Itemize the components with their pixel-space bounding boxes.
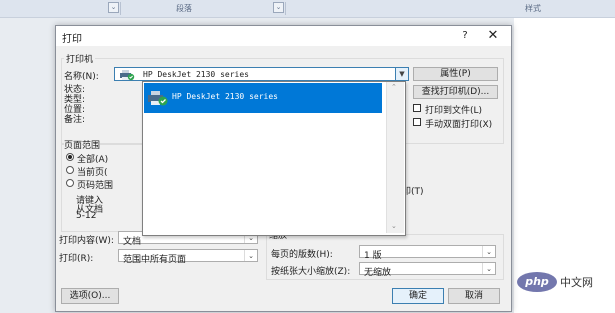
printer-dropdown-list[interactable]: HP DeskJet 2130 series ⌃ ⌄ [142,81,406,236]
ribbon-group-styles: 样式 [525,4,541,13]
scale-value: 无缩放 [364,268,392,278]
ribbon-separator [285,2,286,15]
print-dialog: 打印 ? ✕ 打印机 名称(N): 状态: 类型: 位置: 备注: HP Des… [55,25,512,312]
pages-per-sheet-label: 每页的版数(H): [271,250,333,260]
print-what-value: 文档 [123,237,142,247]
chevron-down-icon[interactable]: ▼ [395,68,408,80]
dialog-title: 打印 [62,34,82,45]
chevron-down-icon[interactable]: ⌄ [482,246,495,257]
range-current-label: 当前页( [77,168,108,178]
print-select[interactable]: 范围中所有页面 ⌄ [118,249,258,265]
ok-button[interactable]: 确定 [392,288,444,304]
range-all-radio[interactable] [66,153,74,161]
php-logo: php [517,272,557,292]
print-to-file-label: 打印到文件(L) [425,106,483,116]
range-pages-label: 页码范围 [77,181,114,191]
cancel-button[interactable]: 取消 [448,288,500,304]
ribbon-strip: ⌄ 段落 ⌄ 样式 [0,0,615,18]
paragraph-dialog-launcher-icon[interactable]: ⌄ [273,2,284,13]
properties-button[interactable]: 属性(P) [413,67,498,81]
help-button[interactable]: ? [457,28,473,44]
range-all-label: 全部(A) [77,155,109,165]
print-value: 范围中所有页面 [123,255,187,265]
printer-group-label: 打印机 [64,52,96,65]
print-what-label: 打印内容(W): [59,236,114,246]
document-page[interactable] [514,18,615,313]
font-dialog-launcher-icon[interactable]: ⌄ [108,2,119,13]
range-hint-3: 5-12 [76,211,97,221]
scroll-up-icon[interactable]: ⌃ [391,83,397,91]
scale-select[interactable]: 无缩放 ⌄ [359,262,496,278]
name-label: 名称(N): [64,72,99,82]
range-current-radio[interactable] [66,166,74,174]
watermark-text: 中文网 [560,276,593,289]
options-button[interactable]: 选项(O)... [61,288,119,304]
print-label: 打印(R): [59,254,94,264]
ribbon-group-paragraph: 段落 [176,4,192,13]
printer-name-value: HP DeskJet 2130 series [143,70,249,79]
dropdown-item-printer[interactable]: HP DeskJet 2130 series [144,83,382,113]
range-pages-radio[interactable] [66,179,74,187]
print-to-file-checkbox[interactable] [413,104,421,112]
comment-label: 备注: [64,115,86,125]
dropdown-item-label: HP DeskJet 2130 series [172,92,278,101]
close-button[interactable]: ✕ [484,28,502,44]
printer-icon [120,70,135,81]
printer-name-select[interactable]: HP DeskJet 2130 series ▼ [114,67,409,81]
scale-label: 按纸张大小缩放(Z): [271,267,351,277]
chevron-down-icon[interactable]: ⌄ [244,250,257,261]
chevron-down-icon[interactable]: ⌄ [482,263,495,274]
find-printer-button[interactable]: 查找打印机(D)... [413,85,498,99]
pages-per-sheet-select[interactable]: 1 版 ⌄ [359,245,496,261]
ribbon-separator [120,2,121,15]
dropdown-scrollbar[interactable]: ⌃ ⌄ [386,82,404,233]
dialog-title-bar[interactable]: 打印 ? ✕ [56,26,511,46]
pages-per-sheet-value: 1 版 [364,251,382,261]
page-range-label: 页面范围 [64,138,101,151]
scroll-down-icon[interactable]: ⌄ [391,222,397,230]
manual-duplex-checkbox[interactable] [413,118,421,126]
manual-duplex-label: 手动双面打印(X) [425,120,493,130]
